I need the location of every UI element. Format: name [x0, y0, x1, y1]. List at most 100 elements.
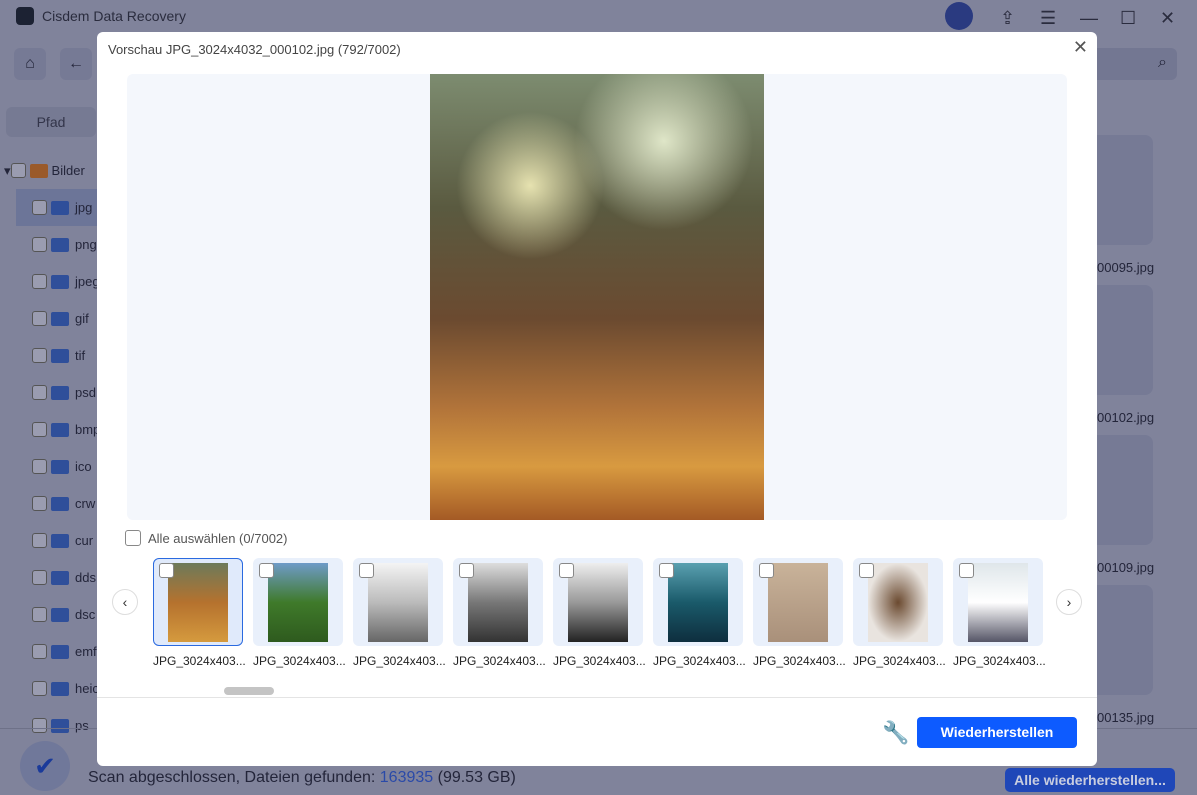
file-card[interactable]: 00102.jpg: [1097, 285, 1154, 425]
dialog-title: Vorschau JPG_3024x4032_000102.jpg (792/7…: [108, 42, 401, 57]
thumbnail-image: [968, 563, 1028, 642]
tree-root-label: Bilder: [51, 163, 85, 178]
file-name: 00135.jpg: [1097, 710, 1155, 725]
tree-item[interactable]: dsc: [0, 596, 110, 633]
file-card[interactable]: 00095.jpg: [1097, 135, 1154, 275]
tree-item[interactable]: tif: [0, 337, 110, 374]
thumbnail-label: JPG_3024x403...: [153, 654, 246, 668]
thumbnail-item[interactable]: JPG_3024x403...: [653, 558, 746, 668]
checkbox[interactable]: [32, 570, 47, 585]
tree-item[interactable]: crw: [0, 485, 110, 522]
thumbnail-checkbox[interactable]: [459, 563, 474, 578]
checkbox[interactable]: [32, 237, 47, 252]
folder-icon: [51, 681, 69, 696]
next-button[interactable]: ›: [1056, 589, 1082, 615]
thumbnail-item[interactable]: JPG_3024x403...: [753, 558, 846, 668]
status-text: Scan abgeschlossen, Dateien gefunden: 16…: [88, 769, 516, 786]
folder-icon: [51, 570, 69, 585]
tree-item-label: jpeg: [75, 274, 100, 289]
folder-icon: [51, 459, 69, 474]
recover-all-button[interactable]: Alle wiederherstellen...: [1005, 768, 1175, 792]
preview-image: [430, 74, 764, 520]
maximize-icon[interactable]: ☐: [1120, 8, 1136, 29]
checkbox[interactable]: [32, 496, 47, 511]
app-logo-icon: [16, 7, 34, 25]
tree-item[interactable]: png: [0, 226, 110, 263]
close-window-icon[interactable]: ✕: [1160, 8, 1175, 29]
thumbnail-image: [568, 563, 628, 642]
tree-item[interactable]: emf: [0, 633, 110, 670]
thumbnail-checkbox[interactable]: [159, 563, 174, 578]
wrench-icon[interactable]: 🔧: [882, 720, 909, 746]
home-button[interactable]: ⌂: [14, 48, 46, 80]
checkbox[interactable]: [32, 533, 47, 548]
thumbnail-label: JPG_3024x403...: [353, 654, 446, 668]
thumbnail-item[interactable]: JPG_3024x403...: [253, 558, 346, 668]
tree-item[interactable]: jpeg: [0, 263, 110, 300]
folder-icon: [51, 348, 69, 363]
file-card[interactable]: 00109.jpg: [1097, 435, 1154, 575]
avatar-icon[interactable]: [945, 2, 973, 30]
back-button[interactable]: ←: [60, 48, 92, 80]
thumbnail-item[interactable]: JPG_3024x403...: [853, 558, 946, 668]
checkbox[interactable]: [10, 163, 26, 178]
checkbox[interactable]: [32, 422, 47, 437]
tree-item[interactable]: bmp: [0, 411, 110, 448]
tree-item[interactable]: dds: [0, 559, 110, 596]
checkbox[interactable]: [32, 348, 47, 363]
checkbox[interactable]: [32, 644, 47, 659]
file-card[interactable]: 00135.jpg: [1097, 585, 1154, 725]
folder-icon: [51, 422, 69, 437]
upload-icon[interactable]: ⇪: [1000, 8, 1015, 29]
checkbox[interactable]: [32, 607, 47, 622]
thumbnail-checkbox[interactable]: [959, 563, 974, 578]
thumbnail-label: JPG_3024x403...: [553, 654, 646, 668]
select-all-checkbox[interactable]: Alle auswählen (0/7002): [125, 530, 287, 546]
checkbox[interactable]: [32, 311, 47, 326]
thumbnail-label: JPG_3024x403...: [453, 654, 546, 668]
tree-item[interactable]: heic: [0, 670, 110, 707]
folder-icon: [51, 311, 69, 326]
pictures-folder-icon: [29, 163, 48, 178]
thumbnail-checkbox[interactable]: [659, 563, 674, 578]
tree-item[interactable]: gif: [0, 300, 110, 337]
check-icon: ✔: [20, 741, 70, 791]
tree-root[interactable]: ▾ Bilder: [0, 152, 110, 189]
thumbnail-checkbox[interactable]: [759, 563, 774, 578]
thumbnail-item[interactable]: JPG_3024x403...: [153, 558, 246, 668]
prev-button[interactable]: ‹: [112, 589, 138, 615]
thumbnail-checkbox[interactable]: [359, 563, 374, 578]
thumbnail-item[interactable]: JPG_3024x403...: [453, 558, 546, 668]
horizontal-scrollbar[interactable]: [224, 687, 274, 695]
thumbnail-checkbox[interactable]: [559, 563, 574, 578]
close-icon[interactable]: ✕: [1073, 37, 1088, 58]
tree-item[interactable]: cur: [0, 522, 110, 559]
tree-item-label: crw: [75, 496, 96, 511]
file-name: 00095.jpg: [1097, 260, 1155, 275]
thumbnail-item[interactable]: JPG_3024x403...: [553, 558, 646, 668]
thumbnail-label: JPG_3024x403...: [853, 654, 946, 668]
tree-item[interactable]: ico: [0, 448, 110, 485]
tree-item-label: tif: [75, 348, 86, 363]
checkbox[interactable]: [32, 200, 47, 215]
restore-button[interactable]: Wiederherstellen: [917, 717, 1077, 748]
thumbnail-checkbox[interactable]: [259, 563, 274, 578]
checkbox[interactable]: [32, 681, 47, 696]
folder-icon: [51, 533, 69, 548]
tree-item[interactable]: psd: [0, 374, 110, 411]
thumbnail-item[interactable]: JPG_3024x403...: [953, 558, 1046, 668]
menu-icon[interactable]: ☰: [1040, 8, 1056, 29]
tree-item-label: ico: [75, 459, 92, 474]
tab-path[interactable]: Pfad: [6, 107, 96, 137]
thumbnail-image: [368, 563, 428, 642]
minimize-icon[interactable]: —: [1080, 8, 1098, 29]
tree-item[interactable]: jpg: [16, 189, 110, 226]
checkbox[interactable]: [32, 459, 47, 474]
checkbox[interactable]: [32, 274, 47, 289]
tree-item-label: emf: [75, 644, 97, 659]
expand-arrow-icon[interactable]: ▾: [4, 163, 11, 179]
thumbnail-item[interactable]: JPG_3024x403...: [353, 558, 446, 668]
thumbnail-checkbox[interactable]: [859, 563, 874, 578]
folder-icon: [51, 644, 69, 659]
checkbox[interactable]: [32, 385, 47, 400]
